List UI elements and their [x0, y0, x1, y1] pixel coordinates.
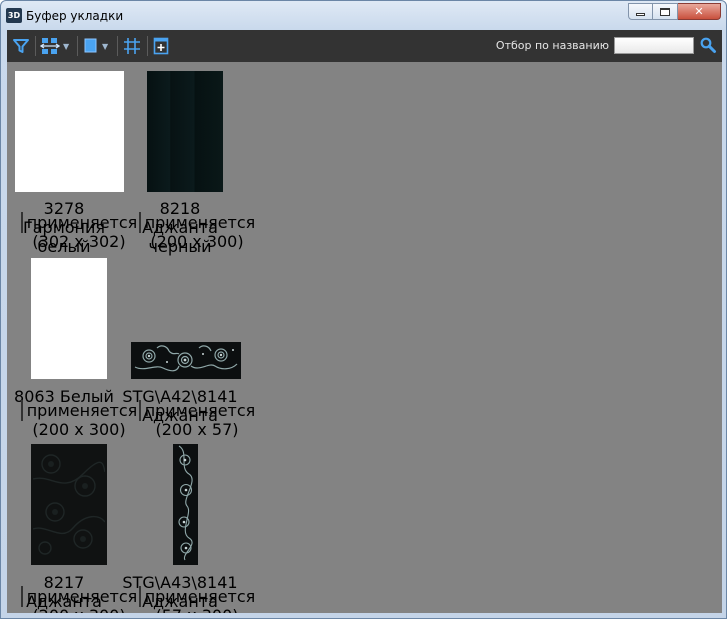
tile-buffer-area: 3278 Гармония белый применяется (302 x 3…	[7, 62, 722, 613]
grid-button[interactable]	[123, 34, 141, 58]
tile-apply-toggle[interactable]: применяется (57 x 300)	[137, 586, 257, 613]
add-icon	[153, 37, 169, 55]
minimize-button[interactable]	[628, 3, 653, 20]
app-3d-icon: 3D	[6, 8, 22, 23]
tile-apply-toggle[interactable]: применяется (200 x 57)	[137, 400, 257, 439]
maximize-icon	[660, 7, 670, 16]
checkbox[interactable]	[138, 212, 141, 233]
tile-apply-toggle[interactable]: применяется (200 x 300)	[137, 212, 257, 251]
tile-apply-label: применяется (200 x 300)	[144, 213, 256, 251]
tile-thumbnail[interactable]	[131, 342, 241, 379]
toolbar: ▼ ▼ Отбор по названию	[7, 30, 722, 62]
checkbox[interactable]	[138, 400, 141, 421]
checkbox[interactable]	[20, 586, 23, 607]
tile-thumbnail[interactable]	[147, 71, 223, 192]
filter-by-name-input[interactable]	[614, 37, 694, 54]
window-title: Буфер укладки	[26, 9, 124, 23]
search-icon	[700, 37, 716, 53]
arrange-dropdown-button[interactable]: ▼	[40, 34, 69, 58]
maximize-button[interactable]	[653, 3, 678, 20]
checkbox[interactable]	[20, 400, 23, 421]
grid-icon	[124, 38, 140, 54]
view-mode-dropdown-button[interactable]: ▼	[83, 34, 108, 58]
toolbar-separator	[147, 36, 148, 56]
filter-button[interactable]	[12, 34, 30, 58]
toolbar-separator	[117, 36, 118, 56]
floral-pattern-image	[32, 454, 106, 555]
filter-by-name-label: Отбор по названию	[495, 39, 609, 52]
floral-pattern-image	[134, 345, 238, 372]
add-to-buffer-button[interactable]	[153, 34, 169, 58]
tile-thumbnail[interactable]	[31, 258, 107, 379]
floral-pattern-image	[178, 445, 193, 561]
close-button[interactable]: ✕	[678, 3, 721, 20]
layout-icon	[40, 38, 60, 54]
filter-icon	[13, 39, 29, 53]
tile-apply-label: применяется (200 x 57)	[144, 401, 256, 439]
chevron-down-icon: ▼	[63, 41, 70, 51]
checkbox[interactable]	[138, 586, 141, 607]
minimize-icon	[636, 13, 645, 16]
layout-buffer-window: 3D Буфер укладки ✕ ▼ ▼ Отбор по названию…	[0, 0, 727, 619]
toolbar-separator	[77, 36, 78, 56]
checkbox[interactable]	[20, 212, 23, 233]
tile-thumbnail[interactable]	[31, 444, 107, 565]
tile-thumbnail[interactable]	[173, 444, 198, 565]
close-icon: ✕	[694, 5, 704, 18]
tile-apply-label: применяется (57 x 300)	[144, 587, 256, 613]
title-bar[interactable]: 3D Буфер укладки ✕	[1, 1, 726, 29]
window-controls: ✕	[628, 3, 721, 21]
chevron-down-icon: ▼	[102, 41, 109, 51]
toolbar-separator	[35, 36, 36, 56]
tile-thumbnail[interactable]	[15, 71, 124, 192]
view-mode-icon	[84, 38, 97, 53]
search-button[interactable]	[699, 36, 717, 54]
